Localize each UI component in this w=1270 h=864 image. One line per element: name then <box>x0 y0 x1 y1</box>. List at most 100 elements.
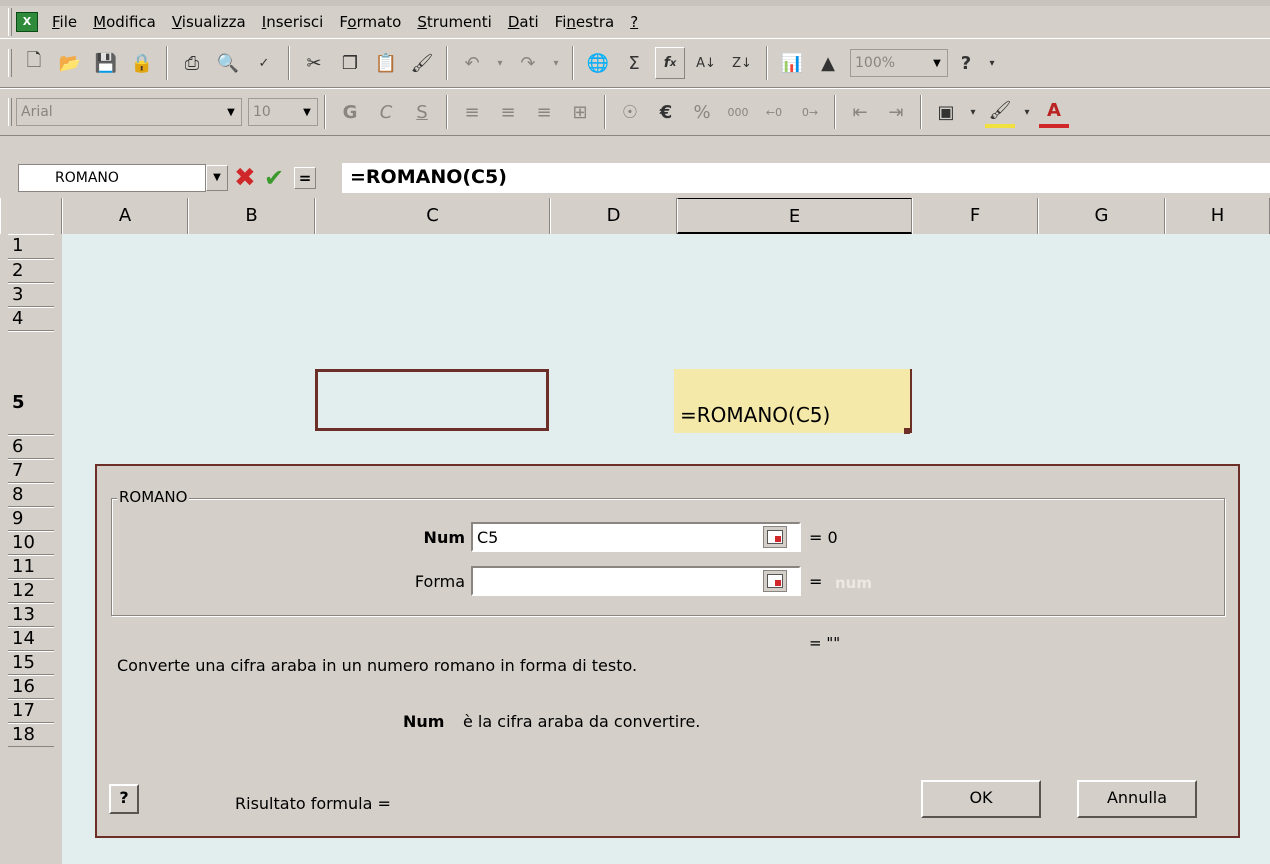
row-header-2[interactable]: 2 <box>8 259 54 283</box>
align-right-icon[interactable]: ≡ <box>529 96 559 128</box>
fill-color-icon[interactable]: 🖌 <box>985 96 1015 128</box>
borders-icon[interactable]: ▣ <box>931 96 961 128</box>
row-header-9[interactable]: 9 <box>8 507 54 531</box>
increase-decimal-icon[interactable]: ←0 <box>759 96 789 128</box>
sort-ascending-icon[interactable]: A↓ <box>691 47 721 79</box>
function-icon[interactable]: fx <box>655 47 685 79</box>
toolbar-grip[interactable] <box>8 49 12 77</box>
decrease-indent-icon[interactable]: ⇤ <box>845 96 875 128</box>
print-icon[interactable]: ⎙ <box>177 47 207 79</box>
menu-item-5[interactable]: Strumenti <box>409 13 499 31</box>
toolbar-grip[interactable] <box>8 98 12 126</box>
row-header-17[interactable]: 17 <box>8 699 54 723</box>
merge-center-icon[interactable]: ⊞ <box>565 96 595 128</box>
row-header-16[interactable]: 16 <box>8 675 54 699</box>
chevron-down-icon[interactable]: ▼ <box>927 58 947 69</box>
column-header-d[interactable]: D <box>550 198 677 234</box>
redo-dropdown-icon[interactable]: ▾ <box>549 47 563 79</box>
toolbar-options-icon[interactable]: ▾ <box>987 47 997 79</box>
thousands-icon[interactable]: 000 <box>723 96 753 128</box>
arg-forma-input[interactable] <box>471 566 801 596</box>
row-header-14[interactable]: 14 <box>8 627 54 651</box>
row-header-11[interactable]: 11 <box>8 555 54 579</box>
row-header-8[interactable]: 8 <box>8 483 54 507</box>
permission-icon[interactable]: 🔒 <box>127 47 157 79</box>
underline-icon[interactable]: S <box>407 96 437 128</box>
font-color-icon[interactable]: A <box>1039 96 1069 128</box>
row-header-4[interactable]: 4 <box>8 307 54 331</box>
autosum-icon[interactable]: Σ <box>619 47 649 79</box>
menu-item-7[interactable]: Finestra <box>547 13 623 31</box>
row-header-7[interactable]: 7 <box>8 459 54 483</box>
active-cell-e5[interactable]: =ROMANO(C5) <box>674 369 912 433</box>
column-header-b[interactable]: B <box>188 198 315 234</box>
percent-icon[interactable]: % <box>687 96 717 128</box>
new-icon[interactable]: 🗋 <box>19 47 49 79</box>
menu-item-6[interactable]: Dati <box>500 13 547 31</box>
row-header-10[interactable]: 10 <box>8 531 54 555</box>
column-header-h[interactable]: H <box>1165 198 1270 234</box>
row-header-1[interactable]: 1 <box>8 234 54 259</box>
row-header-6[interactable]: 6 <box>8 435 54 459</box>
align-left-icon[interactable]: ≡ <box>457 96 487 128</box>
row-header-18[interactable]: 18 <box>8 723 54 747</box>
row-header-3[interactable]: 3 <box>8 283 54 307</box>
align-center-icon[interactable]: ≡ <box>493 96 523 128</box>
print-preview-icon[interactable]: 🔍 <box>213 47 243 79</box>
undo-icon[interactable]: ↶ <box>457 47 487 79</box>
formula-input[interactable]: =ROMANO(C5) <box>342 163 1270 193</box>
edit-formula-button[interactable]: = <box>294 167 316 189</box>
bold-icon[interactable]: G <box>335 96 365 128</box>
arg-num-input[interactable]: C5 <box>471 522 801 552</box>
excel-app-icon[interactable]: X <box>16 12 38 32</box>
select-all-corner[interactable] <box>0 198 62 234</box>
font-combo[interactable]: Arial ▼ <box>16 98 242 126</box>
row-header-15[interactable]: 15 <box>8 651 54 675</box>
menu-item-4[interactable]: Formato <box>331 13 409 31</box>
ok-button[interactable]: OK <box>921 780 1041 818</box>
fill-color-dropdown-icon[interactable]: ▾ <box>1021 96 1033 128</box>
sort-descending-icon[interactable]: Z↓ <box>727 47 757 79</box>
row-header-13[interactable]: 13 <box>8 603 54 627</box>
help-button[interactable]: ? <box>109 784 139 814</box>
fill-handle[interactable] <box>904 428 910 434</box>
italic-icon[interactable]: C <box>371 96 401 128</box>
chevron-down-icon[interactable]: ▼ <box>206 165 228 191</box>
decrease-decimal-icon[interactable]: 0→ <box>795 96 825 128</box>
currency-icon[interactable]: ☉ <box>615 96 645 128</box>
collapse-dialog-icon[interactable] <box>763 570 787 592</box>
menu-item-0[interactable]: File <box>44 13 85 31</box>
hyperlink-icon[interactable]: 🌐 <box>583 47 613 79</box>
chart-wizard-icon[interactable]: 📊 <box>777 47 807 79</box>
borders-dropdown-icon[interactable]: ▾ <box>967 96 979 128</box>
paste-icon[interactable]: 📋 <box>371 47 401 79</box>
format-painter-icon[interactable]: 🖌 <box>407 47 437 79</box>
open-icon[interactable]: 📂 <box>55 47 85 79</box>
save-icon[interactable]: 💾 <box>91 47 121 79</box>
spelling-icon[interactable]: ✓ <box>249 47 279 79</box>
zoom-combo[interactable]: 100% ▼ <box>850 49 948 77</box>
row-header-12[interactable]: 12 <box>8 579 54 603</box>
cell-c5-reference[interactable] <box>315 369 549 431</box>
copy-icon[interactable]: ❐ <box>335 47 365 79</box>
collapse-dialog-icon[interactable] <box>763 526 787 548</box>
chevron-down-icon[interactable]: ▼ <box>297 107 317 118</box>
redo-icon[interactable]: ↷ <box>513 47 543 79</box>
menu-item-1[interactable]: Modifica <box>85 13 164 31</box>
column-header-g[interactable]: G <box>1038 198 1165 234</box>
help-icon[interactable]: ? <box>951 47 981 79</box>
menu-grip[interactable] <box>8 8 12 36</box>
menu-item-8[interactable]: ? <box>622 13 646 31</box>
menu-item-2[interactable]: Visualizza <box>164 13 254 31</box>
euro-icon[interactable]: € <box>651 96 681 128</box>
cut-icon[interactable]: ✂ <box>299 47 329 79</box>
drawing-icon[interactable]: ▲ <box>813 47 843 79</box>
cancel-icon[interactable]: ✖ <box>234 163 256 193</box>
font-size-combo[interactable]: 10 ▼ <box>248 98 318 126</box>
increase-indent-icon[interactable]: ⇥ <box>881 96 911 128</box>
column-header-c[interactable]: C <box>315 198 550 234</box>
column-header-e[interactable]: E <box>677 198 912 234</box>
cancel-button[interactable]: Annulla <box>1077 780 1197 818</box>
column-header-f[interactable]: F <box>912 198 1038 234</box>
enter-check-icon[interactable]: ✔ <box>264 163 284 193</box>
